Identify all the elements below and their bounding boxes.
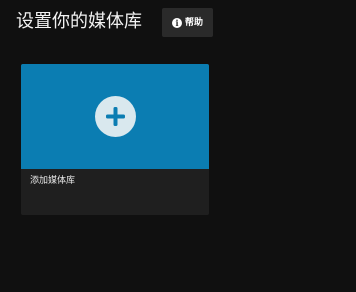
info-icon: i (171, 17, 182, 28)
page: 设置你的媒体库 i 帮助 添加媒体库 (0, 0, 356, 292)
page-title: 设置你的媒体库 (16, 11, 142, 32)
help-button-label: 帮助 (184, 17, 203, 28)
card-label: 添加媒体库 (30, 176, 76, 186)
plus-icon (95, 96, 136, 137)
help-button[interactable]: i 帮助 (162, 8, 213, 37)
add-library-card[interactable]: 添加媒体库 (21, 64, 209, 215)
card-cover (21, 64, 209, 169)
